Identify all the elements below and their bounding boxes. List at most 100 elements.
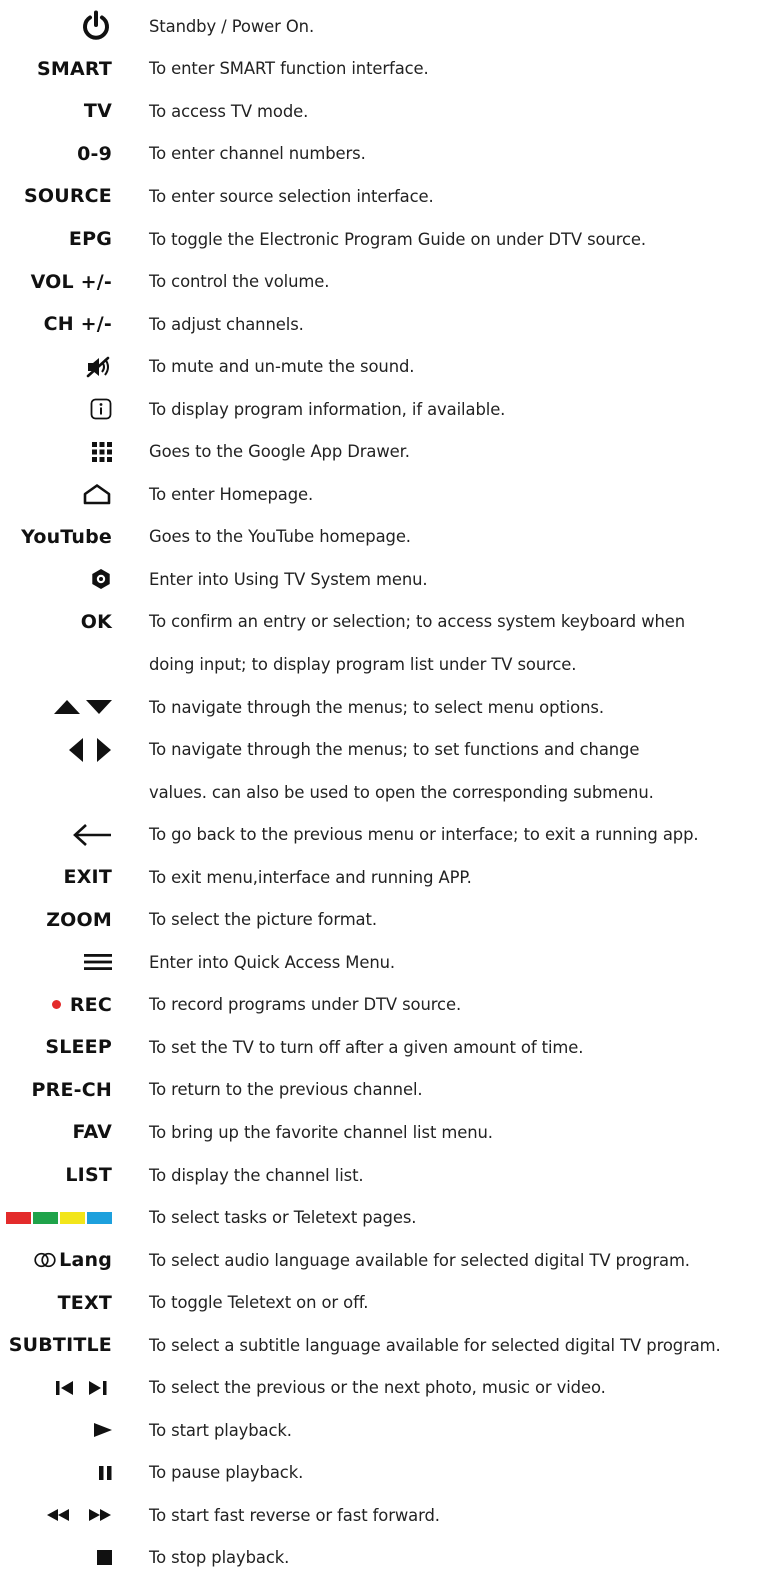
table-row: VOL +/- To control the volume. — [0, 260, 772, 303]
audio-lang-icon — [34, 1252, 56, 1268]
left-right-arrows-icon — [68, 728, 112, 771]
yellow-button-swatch — [60, 1211, 85, 1224]
row-description: To bring up the favorite channel list me… — [149, 1122, 493, 1142]
key-label: REC — [51, 984, 112, 1027]
menu-icon — [84, 941, 112, 984]
row-description: To stop playback. — [149, 1548, 290, 1568]
table-row: Lang To select audio language available … — [0, 1239, 772, 1282]
row-description: To mute and un-mute the sound. — [149, 357, 415, 377]
table-row: SLEEP To set the TV to turn off after a … — [0, 1026, 772, 1069]
blue-button-swatch — [87, 1211, 112, 1224]
key-label: TV — [83, 100, 112, 123]
row-description: To record programs under DTV source. — [149, 995, 462, 1015]
table-row: To enter Homepage. — [0, 473, 772, 516]
rewind-forward-icon — [46, 1494, 112, 1537]
power-icon — [80, 5, 112, 48]
table-row: Enter into Quick Access Menu. — [0, 941, 772, 984]
row-description: Standby / Power On. — [149, 16, 315, 36]
row-description: To exit menu,interface and running APP. — [149, 867, 472, 887]
table-row: FAV To bring up the favorite channel lis… — [0, 1111, 772, 1154]
table-row: To select tasks or Teletext pages. — [0, 1196, 772, 1239]
table-row: To display program information, if avail… — [0, 388, 772, 431]
row-description: To access TV mode. — [149, 101, 309, 121]
row-description: To select the picture format. — [149, 910, 377, 930]
table-row: To navigate through the menus; to select… — [0, 686, 772, 729]
row-description: To enter source selection interface. — [149, 186, 434, 206]
table-row: values. can also be used to open the cor… — [0, 771, 772, 814]
table-row: 0-9 To enter channel numbers. — [0, 133, 772, 176]
stop-icon — [97, 1537, 112, 1580]
table-row: YouTube Goes to the YouTube homepage. — [0, 516, 772, 559]
green-button-swatch — [33, 1211, 58, 1224]
pause-icon — [99, 1452, 112, 1495]
row-description: To enter channel numbers. — [149, 144, 366, 164]
table-row: To navigate through the menus; to set fu… — [0, 728, 772, 771]
row-description: Goes to the Google App Drawer. — [149, 442, 410, 462]
key-label-text: Lang — [59, 1249, 112, 1272]
row-description: To start fast reverse or fast forward. — [149, 1505, 440, 1525]
key-label: CH +/- — [43, 313, 112, 336]
row-description: Goes to the YouTube homepage. — [149, 527, 411, 547]
prev-next-icon — [56, 1367, 112, 1410]
app-grid-icon — [92, 430, 112, 473]
key-label: YouTube — [21, 525, 112, 548]
key-label: Lang — [34, 1239, 112, 1282]
row-description: To navigate through the menus; to select… — [149, 697, 604, 717]
table-row: Standby / Power On. — [0, 5, 772, 48]
table-row: To mute and un-mute the sound. — [0, 345, 772, 388]
row-description: Enter into Quick Access Menu. — [149, 952, 396, 972]
row-description: To select tasks or Teletext pages. — [149, 1208, 417, 1228]
key-label: EPG — [68, 228, 112, 250]
color-buttons-icon — [4, 1196, 112, 1239]
row-description: To enter SMART function interface. — [149, 59, 429, 79]
table-row: ZOOM To select the picture format. — [0, 898, 772, 941]
row-description: To start playback. — [149, 1420, 292, 1440]
row-description: Enter into Using TV System menu. — [149, 569, 428, 589]
table-row: Goes to the Google App Drawer. — [0, 430, 772, 473]
key-label: 0-9 — [77, 142, 112, 165]
row-description: To return to the previous channel. — [149, 1080, 423, 1100]
table-row: PRE-CH To return to the previous channel… — [0, 1069, 772, 1112]
key-label: ZOOM — [46, 908, 112, 931]
row-description: doing input; to display program list und… — [149, 654, 577, 674]
back-arrow-icon — [72, 813, 112, 856]
key-label: SMART — [36, 57, 112, 80]
key-label: VOL +/- — [30, 270, 112, 293]
key-label: SUBTITLE — [8, 1334, 112, 1357]
remote-key-table: Standby / Power On. SMART To enter SMART… — [0, 5, 772, 1579]
key-label: LIST — [65, 1164, 112, 1187]
table-row: LIST To display the channel list. — [0, 1154, 772, 1197]
row-description: To enter Homepage. — [149, 484, 314, 504]
row-description: To pause playback. — [149, 1463, 304, 1483]
table-row: To pause playback. — [0, 1452, 772, 1495]
table-row: TV To access TV mode. — [0, 90, 772, 133]
table-row: To select the previous or the next photo… — [0, 1367, 772, 1410]
row-description: To display the channel list. — [149, 1165, 364, 1185]
row-description: To toggle Teletext on or off. — [149, 1293, 369, 1313]
home-icon — [82, 473, 112, 516]
key-label: SLEEP — [45, 1036, 112, 1059]
play-icon — [94, 1409, 112, 1452]
row-description: To select the previous or the next photo… — [149, 1378, 606, 1398]
table-row: doing input; to display program list und… — [0, 643, 772, 686]
row-description: To select audio language available for s… — [149, 1250, 690, 1270]
key-label: SOURCE — [23, 185, 112, 208]
table-row: SUBTITLE To select a subtitle language a… — [0, 1324, 772, 1367]
row-description: To control the volume. — [149, 272, 330, 292]
row-description: To toggle the Electronic Program Guide o… — [149, 229, 647, 249]
table-row: To start fast reverse or fast forward. — [0, 1494, 772, 1537]
table-row: Enter into Using TV System menu. — [0, 558, 772, 601]
row-description: To set the TV to turn off after a given … — [149, 1037, 584, 1057]
row-description: To go back to the previous menu or inter… — [149, 825, 699, 845]
row-description: To navigate through the menus; to set fu… — [149, 740, 640, 760]
key-label: TEXT — [57, 1291, 112, 1314]
row-description: To confirm an entry or selection; to acc… — [149, 612, 686, 632]
table-row: OK To confirm an entry or selection; to … — [0, 601, 772, 644]
table-row: EXIT To exit menu,interface and running … — [0, 856, 772, 899]
key-label: PRE-CH — [31, 1078, 112, 1101]
table-row: To go back to the previous menu or inter… — [0, 813, 772, 856]
key-label: OK — [80, 610, 112, 633]
red-button-swatch — [6, 1211, 31, 1224]
key-label-text: REC — [69, 993, 112, 1016]
row-description: values. can also be used to open the cor… — [149, 782, 654, 802]
